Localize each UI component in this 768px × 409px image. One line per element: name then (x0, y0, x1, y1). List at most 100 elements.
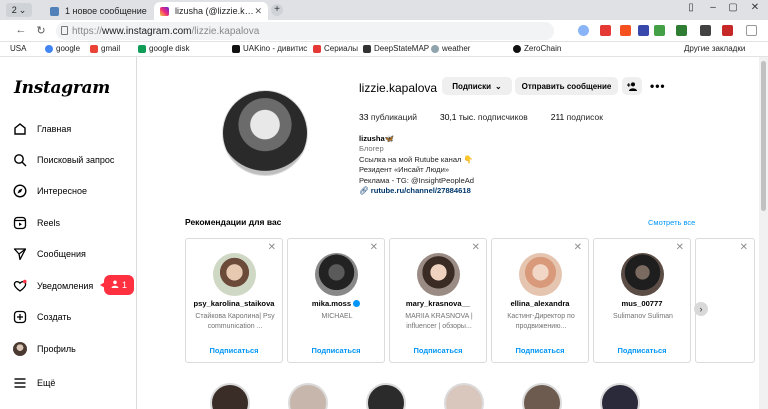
extension-icon[interactable] (722, 25, 733, 36)
bookmark-google-disk[interactable]: google disk (138, 44, 189, 53)
profile-avatar[interactable] (222, 90, 308, 176)
following-button[interactable]: Подписки ⌄ (442, 77, 512, 95)
recommendation-username[interactable]: mary_krasnova__ (390, 299, 486, 308)
recommendation-subtitle: MARIIA KRASNOVA | influencer | обзоры... (405, 313, 473, 330)
recommendation-avatar[interactable] (417, 253, 460, 296)
dismiss-icon[interactable]: ✕ (740, 242, 748, 253)
bookmark-label: Сериалы (324, 44, 359, 53)
nav-explore[interactable]: Интересное (12, 181, 132, 201)
nav-home[interactable]: Главная (12, 119, 132, 139)
download-icon[interactable] (676, 25, 687, 36)
more-options-icon[interactable]: ••• (650, 79, 666, 93)
follow-button[interactable]: Подписаться (288, 346, 384, 355)
globe-extension-icon[interactable] (578, 25, 589, 36)
close-tab-icon[interactable]: ✕ (254, 6, 262, 17)
see-all-link[interactable]: Смотреть все (648, 218, 695, 227)
dismiss-icon[interactable]: ✕ (370, 242, 378, 253)
profile-bio: lizusha🦋 Блогер Ссылка на мой Rutube кан… (359, 134, 474, 196)
followers-stat[interactable]: 30,1 тыс. подписчиков (440, 112, 528, 122)
maximize-icon[interactable]: ▢ (726, 2, 740, 13)
url-protocol: https:// (72, 25, 103, 37)
new-tab-button[interactable]: + (271, 4, 283, 16)
close-window-icon[interactable]: ✕ (748, 2, 762, 13)
carousel-next-icon[interactable]: › (694, 302, 708, 316)
add-person-icon[interactable] (622, 77, 642, 95)
recommendation-avatar[interactable] (519, 253, 562, 296)
follow-button[interactable]: Подписаться (186, 346, 282, 355)
bookmark-google[interactable]: google (45, 44, 80, 53)
recommendation-avatar[interactable] (315, 253, 358, 296)
bookmark-label: google (56, 44, 81, 53)
bookmark-other[interactable]: Другие закладки (684, 44, 745, 53)
bookmark-serials[interactable]: Сериалы (313, 44, 358, 53)
recommendation-username[interactable]: ellina_alexandra (492, 299, 588, 308)
create-icon (12, 309, 28, 325)
bookmark-usa[interactable]: USA (10, 44, 26, 53)
dismiss-icon[interactable]: ✕ (574, 242, 582, 253)
bookmark-weather[interactable]: weather (431, 44, 470, 53)
bookmark-gmail[interactable]: gmail (90, 44, 120, 53)
following-stat[interactable]: 211 подписок (551, 112, 603, 122)
nav-more[interactable]: Ещё (12, 373, 132, 393)
bookmark-uakino[interactable]: UAKino - дивитис (232, 44, 307, 53)
weather-icon (431, 44, 439, 53)
bookmark-zerochain[interactable]: ZeroChain (513, 44, 561, 53)
follow-button[interactable]: Подписаться (594, 346, 690, 355)
highlight-circle[interactable] (600, 383, 640, 409)
highlight-circle[interactable] (366, 383, 406, 409)
tab-messages[interactable]: 1 новое сообщение (44, 2, 150, 20)
posts-label: публикаций (370, 112, 417, 122)
highlight-circle[interactable] (210, 383, 250, 409)
link-icon: 🔗︎ (359, 186, 371, 196)
extension-icon[interactable] (600, 25, 611, 36)
nav-profile[interactable]: Профиль (12, 339, 132, 359)
reload-icon[interactable]: ↻ (34, 24, 48, 37)
nav-label: Сообщения (37, 249, 86, 259)
highlight-circle[interactable] (288, 383, 328, 409)
chevron-down-icon: ⌄ (495, 81, 502, 91)
scrollbar-thumb[interactable] (761, 61, 766, 211)
recommendation-avatar[interactable] (621, 253, 664, 296)
extension-icon[interactable] (700, 25, 711, 36)
recommendation-avatar[interactable] (213, 253, 256, 296)
compass-icon (12, 183, 28, 199)
tab-instagram[interactable]: lizusha (@lizzie.kapalova... ✕ (154, 2, 268, 20)
messenger-icon (12, 246, 28, 262)
dismiss-icon[interactable]: ✕ (268, 242, 276, 253)
extensions-menu-icon[interactable] (746, 25, 757, 36)
back-icon[interactable]: ← (14, 24, 28, 36)
highlight-circle[interactable] (522, 383, 562, 409)
highlight-circle[interactable] (444, 383, 484, 409)
reels-icon (12, 215, 28, 231)
nav-label: Интересное (37, 186, 87, 196)
notification-badge[interactable]: 1 (100, 275, 134, 295)
message-button[interactable]: Отправить сообщение (515, 77, 618, 95)
tab-counter[interactable]: 2 ⌄ (6, 3, 32, 17)
minimize-icon[interactable]: – (706, 2, 720, 13)
extension-icon[interactable] (620, 25, 631, 36)
url-input[interactable]: https://www.instagram.com/lizzie.kapalov… (56, 22, 554, 40)
instagram-logo[interactable]: Instagram (14, 78, 110, 98)
bookmark-label: UAKino - дивитис (243, 44, 308, 53)
nav-messages[interactable]: Сообщения (12, 244, 132, 264)
follow-button[interactable]: Подписаться (492, 346, 588, 355)
recommendation-username[interactable]: mus_00777 (594, 299, 690, 308)
recommendations-title: Рекомендации для вас (185, 217, 282, 227)
page-scrollbar[interactable] (759, 57, 768, 409)
nav-reels[interactable]: Reels (12, 213, 132, 233)
vk-favicon-icon (50, 6, 59, 16)
home-icon (12, 121, 28, 137)
nav-create[interactable]: Создать (12, 307, 132, 327)
bookmark-deepstatemap[interactable]: DeepStateMAP (363, 44, 429, 53)
follow-button[interactable]: Подписаться (390, 346, 486, 355)
bookmark-label: DeepStateMAP (374, 44, 430, 53)
nav-search[interactable]: Поисковый запрос (12, 150, 132, 170)
bookmark-icon[interactable]: ▯ (684, 2, 698, 13)
profile-link[interactable]: 🔗︎ rutube.ru/channel/27884618 (359, 186, 474, 196)
recommendation-username[interactable]: mika.moss (288, 299, 384, 308)
dismiss-icon[interactable]: ✕ (472, 242, 480, 253)
extension-icon[interactable] (638, 25, 649, 36)
dismiss-icon[interactable]: ✕ (676, 242, 684, 253)
recommendation-username[interactable]: psy_karolina_staikova (186, 299, 282, 308)
extension-icon[interactable] (654, 25, 665, 36)
